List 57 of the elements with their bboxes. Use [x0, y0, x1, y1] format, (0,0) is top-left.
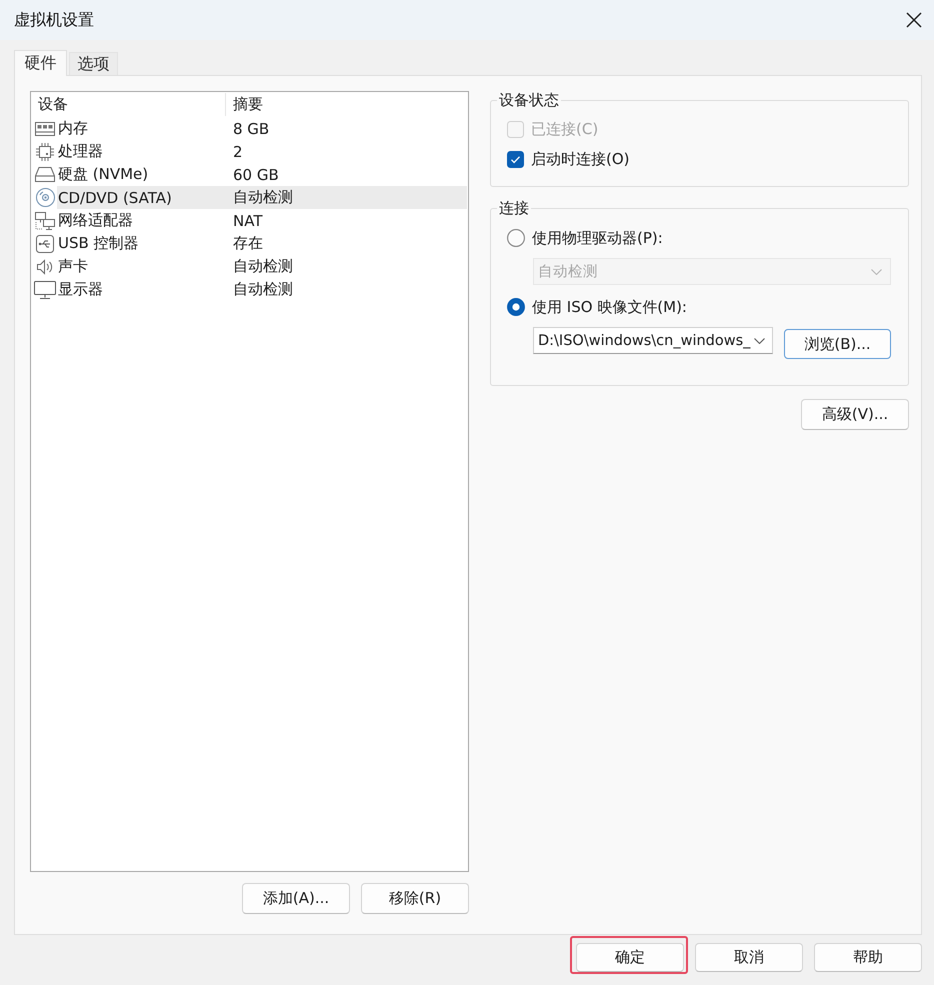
- column-header[interactable]: 设备: [31, 93, 226, 116]
- device-row[interactable]: USB 控制器 存在: [57, 232, 467, 255]
- device-name: CD/DVD (SATA): [57, 188, 173, 206]
- device-row[interactable]: 硬盘 (NVMe) 60 GB: [57, 163, 467, 186]
- device-name: 硬盘 (NVMe): [57, 165, 150, 184]
- device-name: 显示器: [57, 280, 104, 299]
- network-icon: [35, 212, 55, 230]
- usb-icon: [36, 234, 54, 252]
- device-summary: 自动检测: [232, 257, 293, 276]
- hard-drive-icon: [35, 167, 55, 182]
- device-row[interactable]: 处理器 2: [57, 140, 467, 163]
- device-row[interactable]: 内存 8 GB: [57, 117, 467, 140]
- close-button[interactable]: [906, 12, 922, 28]
- window-title: 虚拟机设置: [14, 10, 94, 30]
- device-summary: 自动检测: [232, 188, 293, 207]
- device-name: USB 控制器: [57, 234, 140, 253]
- device-row[interactable]: 声卡 自动检测: [57, 255, 467, 278]
- disc-icon: [36, 188, 54, 207]
- tab[interactable]: 选项: [69, 52, 118, 75]
- device-name: 声卡: [57, 257, 89, 276]
- device-summary: 自动检测: [232, 280, 293, 299]
- dialog-button[interactable]: 取消: [695, 943, 803, 972]
- monitor-icon: [34, 280, 56, 298]
- device-summary: NAT: [232, 212, 262, 230]
- advanced-button[interactable]: 高级(V)...: [801, 399, 909, 430]
- radio-label[interactable]: 使用 ISO 映像文件(M):: [532, 298, 687, 316]
- close-icon: [906, 12, 922, 28]
- dropdown-field[interactable]: D:\ISO\windows\cn_windows_: [533, 327, 773, 354]
- device-name: 网络适配器: [57, 211, 134, 230]
- dialog-button[interactable]: 确定: [576, 943, 684, 972]
- checkbox-label[interactable]: 启动时连接(O): [531, 150, 630, 168]
- device-summary: 8 GB: [232, 120, 270, 138]
- device-row[interactable]: 网络适配器 NAT: [57, 209, 467, 232]
- chevron-down-icon: [871, 268, 882, 274]
- device-summary: 2: [232, 142, 243, 160]
- device-row[interactable]: CD/DVD (SATA) 自动检测: [57, 186, 467, 209]
- action-button[interactable]: 移除(R): [361, 883, 469, 914]
- radio-button[interactable]: [507, 298, 525, 316]
- device-row[interactable]: 显示器 自动检测: [57, 278, 467, 301]
- device-summary: 存在: [232, 234, 263, 253]
- device-name: 处理器: [57, 142, 104, 161]
- memory-icon: [35, 122, 55, 136]
- device-name: 内存: [57, 119, 89, 138]
- group-title: 连接: [498, 199, 530, 218]
- checkbox[interactable]: [507, 150, 524, 168]
- chevron-down-icon: [754, 338, 766, 344]
- group-title: 设备状态: [498, 91, 560, 110]
- radio-label[interactable]: 使用物理驱动器(P):: [532, 228, 663, 248]
- dialog-button[interactable]: 帮助: [814, 943, 922, 972]
- column-header[interactable]: 摘要: [226, 95, 263, 114]
- speaker-icon: [36, 258, 54, 274]
- device-summary: 60 GB: [232, 166, 279, 184]
- radio-button[interactable]: [507, 229, 525, 247]
- tab[interactable]: 硬件: [14, 50, 67, 76]
- chip-icon: [36, 142, 54, 160]
- browse-button[interactable]: 浏览(B)...: [784, 329, 891, 359]
- action-button[interactable]: 添加(A)...: [242, 883, 350, 914]
